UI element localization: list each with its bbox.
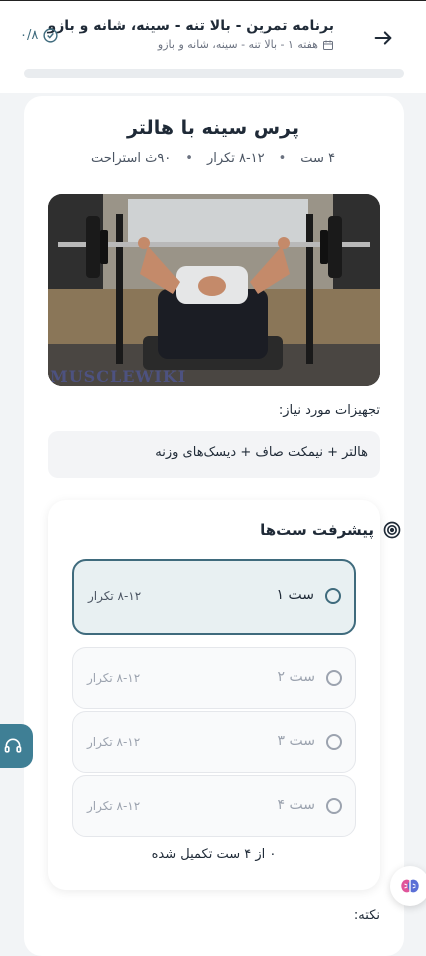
workout-subtitle: هفته ۱ - بالا تنه - سینه، شانه و بازو (158, 38, 334, 51)
set-reps: ۸-۱۲ تکرار (88, 589, 142, 603)
target-icon (383, 521, 401, 539)
exercise-title: پرس سینه با هالتر (126, 117, 300, 139)
reps-range: ۸-۱۲ تکرار (206, 151, 265, 166)
sets-progress-heading: پیشرفت ست‌ها (260, 520, 402, 540)
top-bar: برنامه تمرین - بالا تنه - سینه، شانه و ب… (0, 0, 426, 93)
radio-circle-icon[interactable] (326, 670, 342, 686)
note-label: نکته: (353, 908, 380, 923)
equipment-text: هالتر + نیمکت صاف + دیسک‌های وزنه (155, 445, 368, 460)
set-name: ست ۴ (277, 797, 315, 813)
sets-count: ۴ ست (300, 151, 336, 166)
workout-title: برنامه تمرین - بالا تنه - سینه، شانه و ب… (47, 18, 335, 34)
set-name: ست ۳ (277, 733, 315, 749)
set-item-4[interactable]: ست ۴ ۸-۱۲ تکرار (72, 775, 356, 837)
set-item-1[interactable]: ست ۱ ۸-۱۲ تکرار (72, 559, 356, 635)
exercise-image: MUSCLEWIKI (48, 194, 380, 386)
arrow-right-icon (374, 31, 392, 45)
equipment-box: هالتر + نیمکت صاف + دیسک‌های وزنه (48, 431, 380, 478)
back-button[interactable] (366, 21, 400, 55)
workout-progress-bar (24, 69, 404, 78)
counter-value: ۰/۸ (20, 28, 39, 43)
separator-dot: • (185, 151, 193, 166)
rest-time: ۹۰ث استراحت (90, 151, 172, 166)
completion-counter: ۰/۸ (20, 27, 59, 44)
radio-circle-icon[interactable] (326, 798, 342, 814)
subtitle-text: هفته ۱ - بالا تنه - سینه، شانه و بازو (157, 38, 318, 51)
calendar-icon (323, 40, 333, 50)
equipment-label: تجهیزات مورد نیاز: (278, 403, 380, 418)
check-circle-icon (43, 28, 58, 43)
brain-icon (401, 879, 419, 893)
exercise-meta: ۴ ست • ۸-۱۲ تکرار • ۹۰ث استراحت (0, 151, 426, 166)
set-reps: ۸-۱۲ تکرار (87, 671, 141, 685)
sets-heading-text: پیشرفت ست‌ها (260, 521, 374, 539)
support-tab[interactable] (0, 724, 33, 768)
headset-icon (4, 738, 21, 753)
set-reps: ۸-۱۲ تکرار (87, 799, 141, 813)
set-item-3[interactable]: ست ۳ ۸-۱۲ تکرار (72, 711, 356, 773)
image-watermark: MUSCLEWIKI (50, 367, 187, 386)
ai-assistant-button[interactable] (390, 866, 426, 906)
set-item-2[interactable]: ست ۲ ۸-۱۲ تکرار (72, 647, 356, 709)
radio-circle-icon[interactable] (326, 734, 342, 750)
radio-circle-icon[interactable] (325, 588, 341, 604)
sets-completed-status: ۰ از ۴ ست تکمیل شده (151, 847, 277, 862)
set-name: ست ۲ (277, 669, 315, 685)
set-reps: ۸-۱۲ تکرار (87, 735, 141, 749)
separator-dot: • (278, 151, 287, 166)
set-name: ست ۱ (276, 587, 314, 603)
